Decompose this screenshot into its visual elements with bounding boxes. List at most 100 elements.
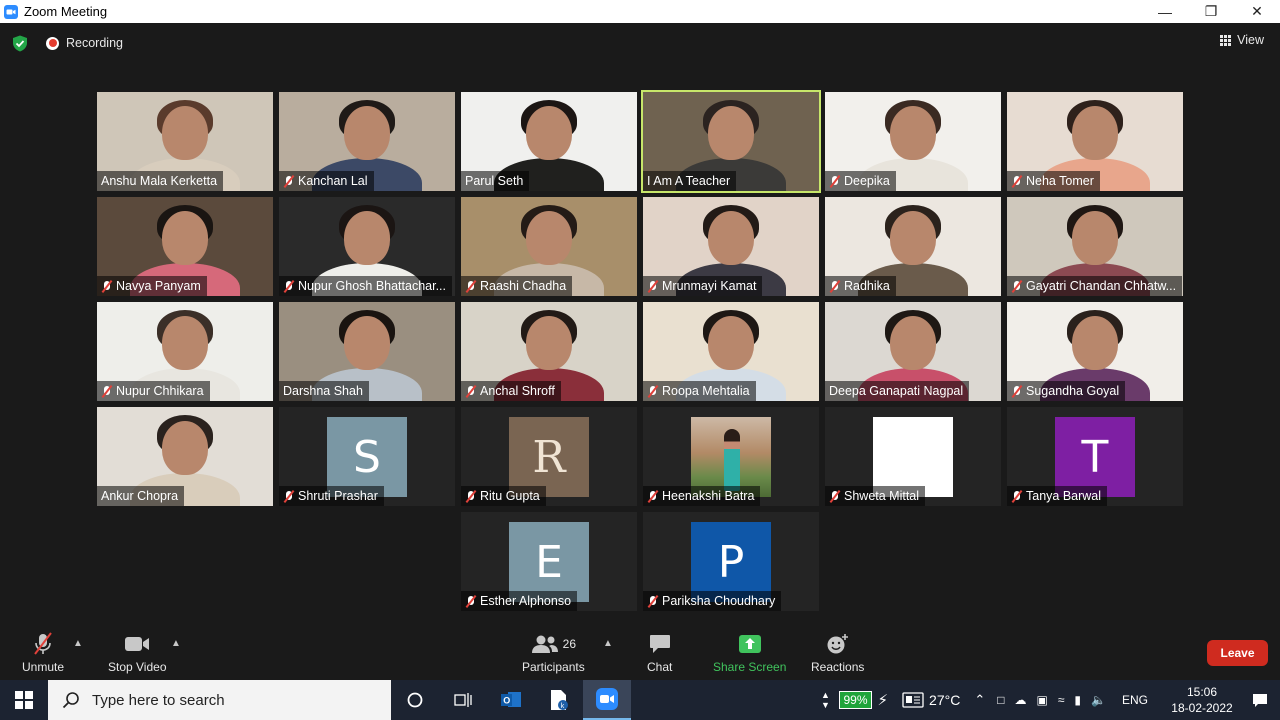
participant-tile[interactable]: E Esther Alphonso [461, 512, 637, 611]
participant-tile[interactable]: Shweta Mittal [825, 407, 1001, 506]
taskbar-search-box[interactable]: Type here to search [48, 680, 391, 720]
battery-indicator[interactable]: 99% [839, 691, 872, 709]
video-face [162, 316, 208, 370]
recording-label: Recording [66, 36, 123, 50]
clock-date: 18-02-2022 [1171, 701, 1233, 715]
show-hidden-icons-chevron-icon[interactable]: ⌃ [974, 692, 985, 708]
chat-button[interactable]: Chat [647, 632, 672, 674]
participants-options-caret-icon[interactable]: ▲ [603, 638, 613, 649]
participant-tile[interactable]: S Shruti Prashar [279, 407, 455, 506]
video-options-caret-icon[interactable]: ▲ [171, 638, 181, 649]
participant-profile-picture [873, 417, 953, 497]
unmute-label: Unmute [22, 660, 65, 674]
participant-tile[interactable]: Gayatri Chandan Chhatw... [1007, 197, 1183, 296]
participant-tile[interactable]: Raashi Chadha [461, 197, 637, 296]
system-tray: ▲ ▼ 99% ⚡ 27°C ⌃ □ ☁ ▣ ≈ ▮ 🔈 ENG 15:06 18… [817, 680, 1280, 720]
participant-tile[interactable]: Ankur Chopra [97, 407, 273, 506]
outlook-icon: O [501, 692, 521, 707]
participant-tile[interactable]: Heenakshi Batra [643, 407, 819, 506]
stop-video-button[interactable]: Stop Video [108, 632, 167, 674]
participant-name-tag: Gayatri Chandan Chhatw... [1007, 276, 1183, 296]
participant-tile[interactable]: Neha Tomer [1007, 92, 1183, 191]
participant-name: Radhika [844, 279, 890, 293]
taskbar-clock[interactable]: 15:06 18-02-2022 [1164, 684, 1240, 716]
volume-speaker-icon[interactable]: 🔈 [1091, 693, 1106, 707]
close-button[interactable]: ✕ [1234, 0, 1280, 23]
unmute-button[interactable]: Unmute [22, 632, 64, 674]
tray-cloud-icon[interactable]: ☁ [1014, 693, 1026, 707]
muted-mic-icon [283, 280, 295, 293]
muted-mic-icon [647, 385, 659, 398]
participant-name-tag: Anchal Shroff [461, 381, 561, 401]
audio-options-caret-icon[interactable]: ▲ [73, 638, 83, 649]
tray-scroll-arrows-icon[interactable]: ▲ ▼ [817, 690, 833, 710]
muted-mic-icon [465, 490, 477, 503]
minimize-button[interactable]: — [1142, 0, 1188, 23]
participant-tile[interactable]: Kanchan Lal [279, 92, 455, 191]
participant-tile[interactable]: Roopa Mehtalia [643, 302, 819, 401]
tray-app-icon[interactable]: □ [997, 693, 1004, 707]
participant-tile[interactable]: Deepa Ganapati Nagpal [825, 302, 1001, 401]
participant-name: Anchal Shroff [480, 384, 555, 398]
windows-logo-icon [15, 691, 33, 709]
participant-name: Roopa Mehtalia [662, 384, 750, 398]
cortana-button[interactable] [391, 680, 439, 720]
participant-name: Raashi Chadha [480, 279, 567, 293]
muted-mic-icon [647, 280, 659, 293]
muted-mic-icon [465, 280, 477, 293]
participant-tile[interactable]: I Am A Teacher [641, 90, 821, 193]
participant-tile[interactable]: Parul Seth [461, 92, 637, 191]
share-screen-button[interactable]: Share Screen [713, 632, 786, 674]
weather-news-icon[interactable] [902, 692, 924, 708]
encryption-shield-icon[interactable] [12, 35, 28, 52]
participant-tile[interactable]: Mrunmayi Kamat [643, 197, 819, 296]
zoom-taskbar-app[interactable] [583, 680, 631, 720]
participant-name: Ritu Gupta [480, 489, 540, 503]
wifi-icon[interactable]: ≈ [1058, 693, 1065, 707]
participant-tile[interactable]: Nupur Chhikara [97, 302, 273, 401]
participant-name-tag: Shruti Prashar [279, 486, 384, 506]
participant-tile[interactable]: Nupur Ghosh Bhattachar... [279, 197, 455, 296]
participant-tile[interactable]: Anchal Shroff [461, 302, 637, 401]
participant-tile[interactable]: Anshu Mala Kerketta [97, 92, 273, 191]
participant-name-tag: Raashi Chadha [461, 276, 573, 296]
participant-tile[interactable]: Navya Panyam [97, 197, 273, 296]
participant-name-tag: Esther Alphonso [461, 591, 578, 611]
participant-name: Heenakshi Batra [662, 489, 755, 503]
clock-time: 15:06 [1186, 685, 1218, 699]
outlook-taskbar-app[interactable]: O [487, 680, 535, 720]
document-taskbar-app[interactable]: k [535, 680, 583, 720]
task-view-button[interactable] [439, 680, 487, 720]
video-face [526, 316, 572, 370]
participant-tile[interactable]: Radhika [825, 197, 1001, 296]
participant-tile[interactable]: T Tanya Barwal [1007, 407, 1183, 506]
participant-tile[interactable]: Darshna Shah [279, 302, 455, 401]
windows-start-button[interactable] [0, 680, 48, 720]
photo-person-figure [724, 429, 740, 491]
participant-name: Neha Tomer [1026, 174, 1094, 188]
participant-name-tag: Shweta Mittal [825, 486, 926, 506]
participant-tile[interactable]: Deepika [825, 92, 1001, 191]
participant-tile[interactable]: Sugandha Goyal [1007, 302, 1183, 401]
participants-button[interactable]: 26 Participants [522, 632, 585, 674]
battery-tray-icon[interactable]: ▮ [1074, 693, 1081, 707]
participant-name-tag: Radhika [825, 276, 896, 296]
tray-screen-icon[interactable]: ▣ [1036, 693, 1047, 707]
participant-tile[interactable]: R Ritu Gupta [461, 407, 637, 506]
maximize-button[interactable]: ❐ [1188, 0, 1234, 23]
reactions-smiley-icon [826, 632, 850, 656]
notifications-icon[interactable] [1240, 693, 1280, 708]
participant-name: Darshna Shah [283, 384, 363, 398]
recording-indicator[interactable]: Recording [46, 36, 123, 50]
view-button[interactable]: View [1220, 33, 1264, 47]
participant-name-tag: Roopa Mehtalia [643, 381, 756, 401]
participant-name-tag: Neha Tomer [1007, 171, 1100, 191]
reactions-label: Reactions [811, 660, 865, 674]
language-indicator[interactable]: ENG [1122, 693, 1148, 707]
reactions-button[interactable]: Reactions [811, 632, 864, 674]
participant-name-tag: Ankur Chopra [97, 486, 185, 506]
leave-button[interactable]: Leave [1207, 640, 1268, 666]
temperature-label[interactable]: 27°C [929, 692, 960, 708]
participant-name: Kanchan Lal [298, 174, 368, 188]
participant-tile[interactable]: P Pariksha Choudhary [643, 512, 819, 611]
